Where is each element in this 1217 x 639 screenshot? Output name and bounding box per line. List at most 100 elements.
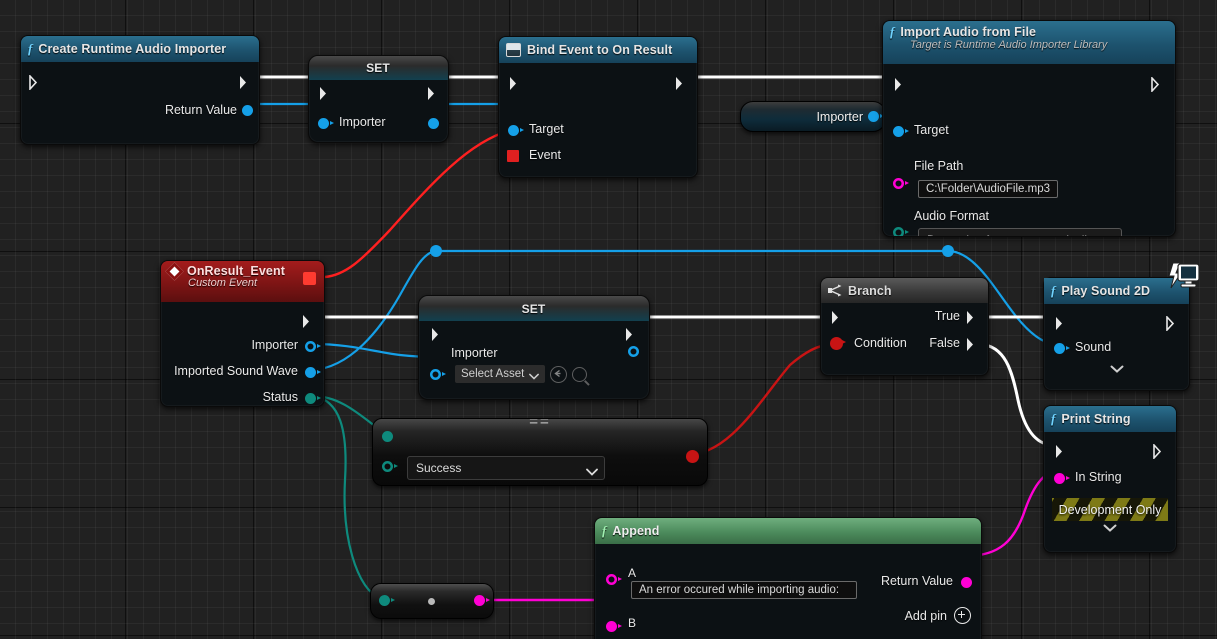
browse-to-asset-icon[interactable] (550, 365, 567, 383)
function-icon: f (890, 24, 895, 39)
add-pin-button[interactable]: Add pin (905, 607, 971, 624)
importer-input-pin[interactable] (318, 118, 334, 129)
node-title: Print String (1061, 412, 1131, 426)
file-path-input[interactable]: C:\Folder\AudioFile.mp3 (918, 180, 1058, 198)
asset-picker[interactable]: Select Asset (455, 365, 587, 383)
exec-input-pin[interactable] (831, 310, 842, 324)
node-equal-enum[interactable]: == Success (372, 418, 708, 486)
add-pin-label: Add pin (904, 608, 947, 623)
exec-input-pin[interactable] (1055, 444, 1066, 458)
true-label: True (934, 309, 960, 323)
node-title: Branch (848, 283, 892, 298)
target-label: Target (529, 122, 564, 136)
blueprint-graph-canvas[interactable]: f Create Runtime Audio Importer Return V… (0, 0, 1217, 639)
node-subtitle: Target is Runtime Audio Importer Library (910, 39, 1108, 51)
append-a-input[interactable]: An error occured while importing audio: (631, 581, 857, 599)
exec-output-pin[interactable] (1153, 444, 1164, 459)
development-only-badge: Development Only (1052, 498, 1168, 521)
exec-output-pin[interactable] (625, 327, 636, 341)
importer-label: Importer (339, 115, 386, 129)
delegate-pin[interactable] (303, 272, 316, 285)
node-header: SET (419, 296, 649, 321)
audio-format-pin[interactable] (893, 227, 909, 236)
importer-output-pin[interactable] (428, 118, 439, 129)
node-append[interactable]: f Append A An error occured while import… (594, 517, 982, 639)
node-create-runtime-audio-importer[interactable]: f Create Runtime Audio Importer Return V… (20, 35, 260, 145)
exec-input-pin[interactable] (1055, 316, 1066, 330)
exec-output-pin[interactable] (1151, 77, 1162, 92)
importer-output-pin[interactable] (628, 346, 639, 357)
append-a-pin[interactable] (606, 574, 622, 585)
audio-format-dropdown[interactable]: Determine format automatically (918, 228, 1122, 236)
importer-output-pin[interactable] (868, 111, 884, 122)
node-title: Import Audio from File (900, 25, 1037, 39)
file-path-pin[interactable] (893, 178, 909, 189)
event-label: Event (529, 148, 561, 162)
enum-input-a-pin[interactable] (382, 431, 393, 442)
return-value-label: Return Value (164, 103, 237, 117)
node-header: Bind Event to On Result (499, 37, 697, 63)
search-icon[interactable] (572, 366, 587, 382)
node-title: SET (366, 61, 390, 75)
importer-variable-label: Importer (816, 109, 863, 124)
node-set-importer-2[interactable]: SET Importer Select Asset (418, 295, 650, 400)
chevron-down-icon (586, 465, 598, 476)
enum-value-dropdown[interactable]: Success (407, 456, 605, 480)
event-pin[interactable] (507, 150, 519, 162)
node-importer-variable[interactable]: Importer (740, 101, 886, 132)
node-subtitle: Custom Event (188, 277, 258, 289)
exec-output-pin[interactable] (302, 314, 313, 328)
condition-pin[interactable] (830, 337, 846, 350)
importer-input-pin[interactable] (430, 369, 446, 380)
node-title: Append (612, 524, 660, 538)
exec-output-false-pin[interactable] (966, 337, 977, 351)
enum-input-b-pin[interactable] (382, 461, 398, 472)
development-only-label: Development Only (1058, 502, 1162, 517)
status-output-pin[interactable] (305, 393, 321, 404)
imported-sound-wave-pin[interactable] (305, 367, 321, 378)
node-header: SET (309, 56, 448, 80)
node-set-importer-1[interactable]: SET Importer (308, 55, 449, 143)
exec-input-pin[interactable] (319, 86, 330, 100)
exec-output-true-pin[interactable] (966, 310, 977, 324)
target-pin[interactable] (508, 125, 524, 136)
select-asset-dropdown[interactable]: Select Asset (455, 365, 545, 383)
node-branch[interactable]: Branch True Condition False (820, 277, 989, 376)
boolean-output-pin[interactable] (686, 450, 699, 463)
chevron-down-icon (529, 371, 539, 380)
expand-node-button[interactable] (1044, 362, 1189, 373)
node-print-string[interactable]: f Print String In String Development Onl… (1043, 405, 1177, 553)
function-icon: f (602, 523, 607, 538)
node-header: f Import Audio from File Target is Runti… (883, 21, 1175, 64)
node-header: f Append (595, 518, 981, 544)
node-enum-to-string[interactable] (370, 583, 494, 619)
target-pin[interactable] (893, 126, 909, 137)
function-icon: f (28, 41, 33, 56)
node-bind-event-to-on-result[interactable]: Bind Event to On Result Target Event (498, 36, 698, 178)
return-value-pin[interactable] (242, 105, 253, 116)
node-play-sound-2d[interactable]: f Play Sound 2D Sound (1043, 262, 1200, 391)
exec-input-pin[interactable] (431, 327, 442, 341)
exec-output-pin[interactable] (675, 76, 686, 90)
return-value-pin[interactable] (961, 577, 972, 588)
exec-output-pin[interactable] (1166, 316, 1177, 331)
exec-input-pin[interactable] (29, 75, 40, 90)
sound-pin[interactable] (1054, 343, 1070, 354)
exec-output-pin[interactable] (427, 86, 438, 100)
node-import-audio-from-file[interactable]: f Import Audio from File Target is Runti… (882, 20, 1176, 237)
append-b-label: B (628, 616, 637, 630)
exec-output-pin[interactable] (239, 75, 250, 89)
enum-input-pin[interactable] (379, 595, 395, 606)
importer-output-pin[interactable] (305, 341, 321, 352)
string-output-pin[interactable] (474, 595, 490, 606)
node-onresult-event[interactable]: OnResult_Event Custom Event Importer Imp… (160, 260, 325, 407)
append-b-pin[interactable] (606, 621, 622, 632)
exec-input-pin[interactable] (894, 77, 905, 91)
expand-node-button[interactable] (1044, 521, 1176, 532)
branch-icon (828, 284, 842, 297)
in-string-pin[interactable] (1054, 473, 1070, 484)
node-title: Play Sound 2D (1061, 284, 1151, 298)
file-path-label: File Path (914, 159, 964, 173)
exec-input-pin[interactable] (509, 76, 520, 90)
node-header: OnResult_Event Custom Event (161, 261, 324, 302)
